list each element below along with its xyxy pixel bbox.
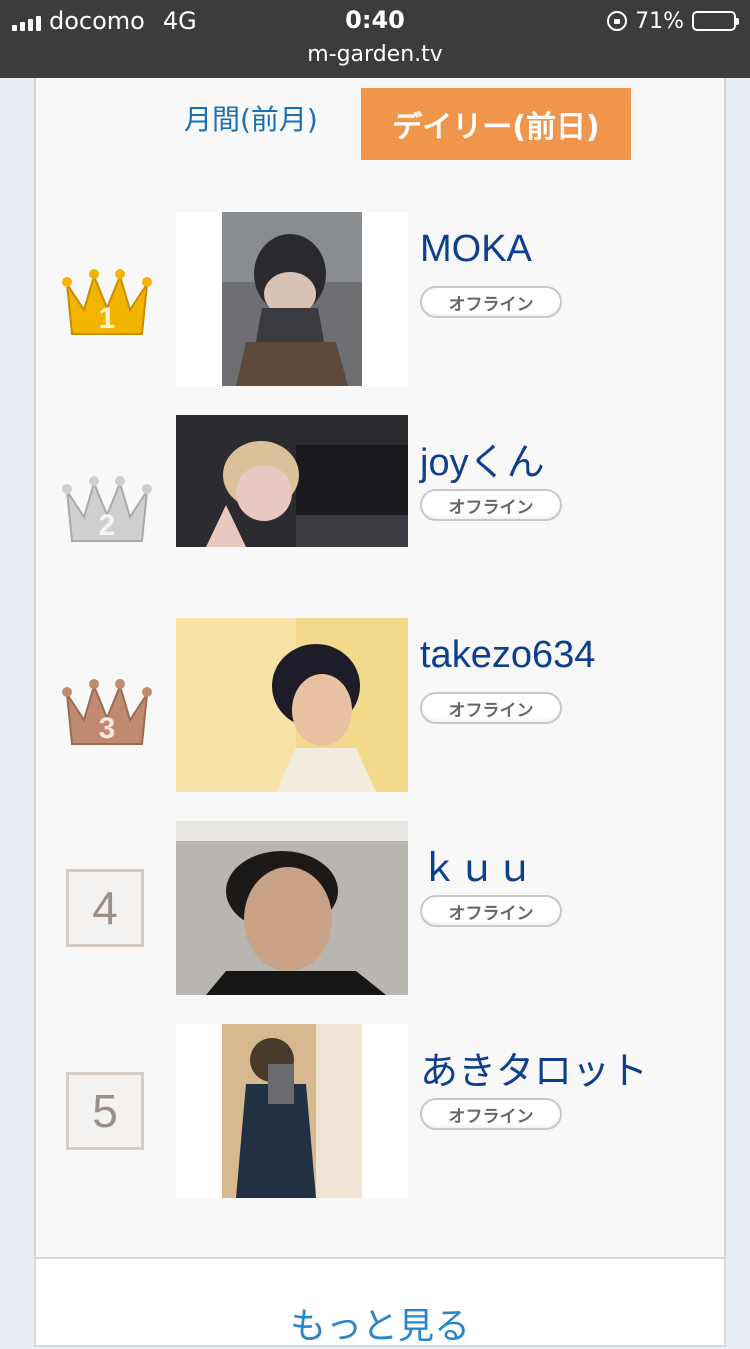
rank-number-box: 4 xyxy=(66,869,144,947)
more-link[interactable]: もっと見る xyxy=(36,1297,724,1349)
silver-crown-icon: 2 xyxy=(62,476,152,542)
member-name[interactable]: MOKA xyxy=(420,228,532,271)
crown-rank-number: 1 xyxy=(99,302,116,335)
member-photo[interactable] xyxy=(176,1024,408,1198)
status-badge: オフライン xyxy=(420,895,562,927)
status-right: 71% xyxy=(607,6,739,36)
member-name[interactable]: あきタロット xyxy=(420,1040,648,1095)
ranking-row[interactable]: 3 takezo634 オフライン xyxy=(36,618,726,792)
member-photo[interactable] xyxy=(176,821,408,995)
ranking-row[interactable]: 4 ｋｕｕ オフライン xyxy=(36,821,726,995)
status-badge: オフライン xyxy=(420,1098,562,1130)
member-photo[interactable] xyxy=(176,212,408,386)
crown-rank-number: 3 xyxy=(99,712,116,745)
rank-3-crown-icon: 3 xyxy=(62,672,152,752)
ranking-row[interactable]: 5 あきタロット オフライン xyxy=(36,1024,726,1198)
status-badge: オフライン xyxy=(420,692,562,724)
rank-2-crown-icon: 2 xyxy=(62,469,152,549)
ranking-panel: 月間(前月) デイリー(前日) 1 MOKA オフライン 2 joyくん オフラ… xyxy=(34,78,726,1258)
member-photo[interactable] xyxy=(176,618,408,792)
status-badge: オフライン xyxy=(420,489,562,521)
tab-monthly[interactable]: 月間(前月) xyxy=(184,98,318,138)
member-name[interactable]: takezo634 xyxy=(420,634,595,677)
member-photo[interactable] xyxy=(176,415,408,547)
tab-daily[interactable]: デイリー(前日) xyxy=(361,88,631,160)
rank-number-box: 5 xyxy=(66,1072,144,1150)
battery-icon xyxy=(692,11,739,31)
address-bar-url[interactable]: m-garden.tv xyxy=(0,42,750,67)
battery-percent: 71% xyxy=(635,8,684,34)
bronze-crown-icon: 3 xyxy=(62,679,152,745)
crown-rank-number: 2 xyxy=(99,509,116,542)
gold-crown-icon: 1 xyxy=(62,269,152,335)
rotation-lock-icon xyxy=(607,11,628,31)
rank-1-crown-icon: 1 xyxy=(62,262,152,342)
member-name[interactable]: joyくん xyxy=(420,431,545,486)
member-name[interactable]: ｋｕｕ xyxy=(420,837,534,892)
status-badge: オフライン xyxy=(420,286,562,318)
ranking-row[interactable]: 1 MOKA オフライン xyxy=(36,212,726,386)
status-bar: docomo 4G 0:40 71% m-garden.tv xyxy=(0,0,750,78)
ranking-row[interactable]: 2 joyくん オフライン xyxy=(36,415,726,589)
